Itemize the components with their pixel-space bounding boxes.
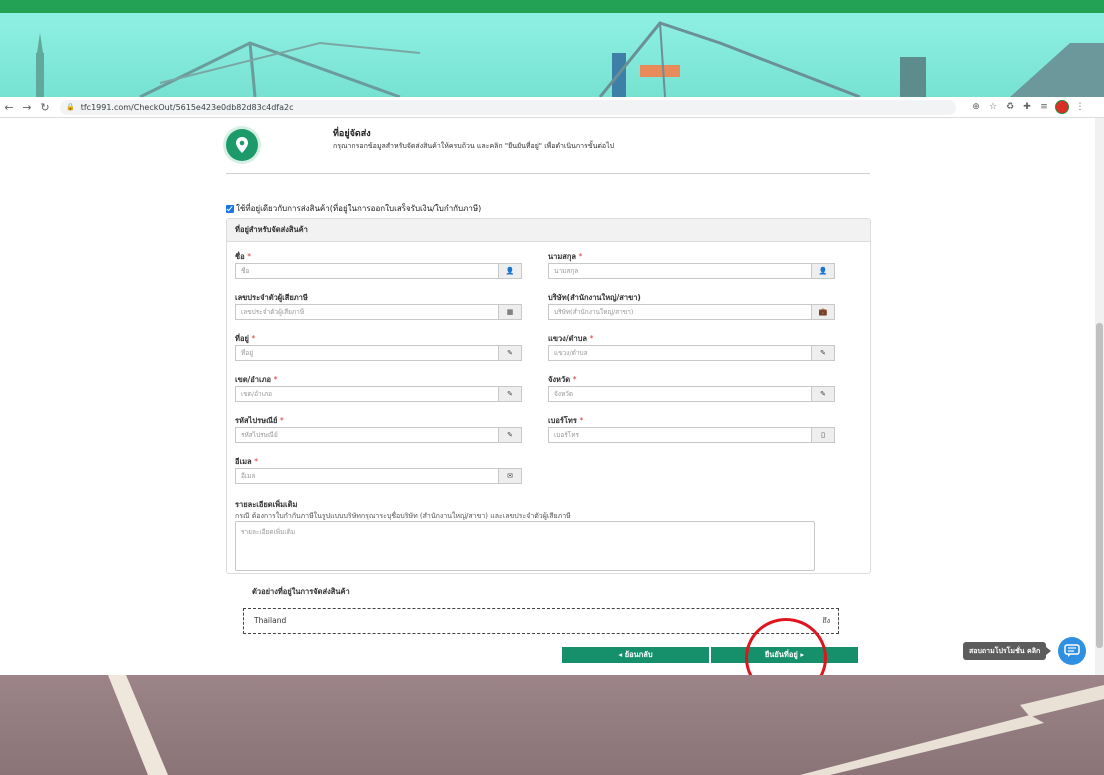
required-mark: * [578, 252, 583, 261]
user-icon: 👤 [811, 263, 835, 279]
edit-icon: ✎ [811, 345, 835, 361]
background-illustration [0, 13, 1104, 97]
address-label: ที่อยู่ [235, 334, 249, 343]
edit-icon: ✎ [811, 386, 835, 402]
scroll-thumb[interactable] [1096, 323, 1103, 648]
province-field: จังหวัด * จังหวัด ✎ [548, 374, 835, 402]
required-mark: * [589, 334, 594, 343]
email-input[interactable]: อีเมล [235, 468, 498, 484]
chat-bubble-icon[interactable] [1058, 637, 1086, 665]
bridge-illustration [36, 21, 1104, 97]
province-label: จังหวัด [548, 375, 571, 384]
chat-promo-label[interactable]: สอบถามโปรโมชั่น คลิก [963, 642, 1052, 660]
first-name-label: ชื่อ [235, 252, 245, 261]
envelope-icon: ✉ [498, 468, 522, 484]
step-header: ที่อยู่จัดส่ง กรุณากรอกข้อมูลสำหรับจัดส่… [226, 124, 870, 173]
address-input[interactable]: ที่อยู่ [235, 345, 498, 361]
back-arrow-icon[interactable]: ← [0, 98, 18, 116]
same-address-checkbox-row[interactable]: ใช้ที่อยู่เดียวกับการส่งสินค้า(ที่อยู่ใน… [226, 202, 481, 215]
tax-id-input[interactable]: เลขประจำตัวผู้เสียภาษี [235, 304, 498, 320]
required-mark: * [254, 457, 258, 466]
calculator-icon: ▦ [498, 304, 522, 320]
phone-label: เบอร์โทร [548, 416, 577, 425]
location-pin-icon [226, 129, 258, 161]
subdistrict-field: แขวง/ตำบล * แขวง/ตำบล ✎ [548, 333, 835, 361]
province-input[interactable]: จังหวัด [548, 386, 811, 402]
tax-id-field: เลขประจำตัวผู้เสียภาษี เลขประจำตัวผู้เสี… [235, 292, 522, 320]
user-icon: 👤 [498, 263, 522, 279]
details-textarea[interactable]: รายละเอียดเพิ่มเติม [235, 521, 815, 571]
postcode-field: รหัสไปรษณีย์ * รหัสไปรษณีย์ ✎ [235, 415, 522, 443]
scrollbar[interactable] [1095, 118, 1104, 675]
checkout-page: ที่อยู่จัดส่ง กรุณากรอกข้อมูลสำหรับจัดส่… [0, 118, 1104, 675]
required-mark: * [280, 416, 284, 425]
required-mark: * [251, 334, 256, 343]
email-label: อีเมล [235, 457, 252, 466]
subdistrict-input[interactable]: แขวง/ตำบล [548, 345, 811, 361]
same-address-checkbox[interactable] [226, 204, 234, 213]
postcode-input[interactable]: รหัสไปรษณีย์ [235, 427, 498, 443]
district-label: เขต/อำเภอ [235, 375, 272, 384]
company-field: บริษัท(สำนักงานใหญ่/สาขา) บริษัท(สำนักงา… [548, 292, 835, 320]
email-field: อีเมล * อีเมล ✉ [235, 456, 522, 484]
details-label: รายละเอียดเพิ่มเติม [235, 500, 298, 509]
star-icon[interactable]: ☆ [987, 101, 999, 113]
step-title: ที่อยู่จัดส่ง [333, 129, 371, 139]
phone-input[interactable]: เบอร์โทร [548, 427, 811, 443]
url-text: tfc1991.com/CheckOut/5615e423e0db82d83c4… [80, 102, 294, 112]
example-label: ตัวอย่างที่อยู่ในการจัดส่งสินค้า [252, 587, 350, 596]
first-name-input[interactable]: ชื่อ [235, 263, 498, 279]
last-name-input[interactable]: นามสกุล [548, 263, 811, 279]
step-subtitle: กรุณากรอกข้อมูลสำหรับจัดส่งสินค้าให้ครบถ… [333, 142, 615, 150]
edit-icon: ✎ [498, 345, 522, 361]
road-markings [108, 675, 1104, 775]
district-field: เขต/อำเภอ * เขต/อำเภอ ✎ [235, 374, 522, 402]
required-mark: * [572, 375, 577, 384]
briefcase-icon: 💼 [811, 304, 835, 320]
address-bar[interactable]: 🔒 tfc1991.com/CheckOut/5615e423e0db82d83… [60, 99, 956, 115]
divider [226, 173, 870, 174]
subdistrict-label: แขวง/ตำบล [548, 334, 588, 343]
required-mark: * [579, 416, 584, 425]
phone-field: เบอร์โทร * เบอร์โทร ▯ [548, 415, 835, 443]
media-list-icon[interactable]: ≡ [1038, 101, 1050, 113]
shipping-address-panel: ที่อยู่สำหรับจัดส่งสินค้า ชื่อ * ชื่อ 👤 … [226, 218, 871, 574]
mobile-icon: ▯ [811, 427, 835, 443]
company-input[interactable]: บริษัท(สำนักงานใหญ่/สาขา) [548, 304, 811, 320]
top-stripe [0, 0, 1104, 13]
road-background [0, 675, 1104, 775]
last-name-label: นามสกุล [548, 252, 576, 261]
menu-icon[interactable]: ⋮ [1074, 101, 1086, 113]
reload-icon[interactable]: ↻ [36, 98, 54, 116]
example-address-box: Thailand ถึง [243, 608, 839, 634]
panel-title: ที่อยู่สำหรับจัดส่งสินค้า [227, 219, 870, 242]
required-mark: * [247, 252, 251, 261]
required-mark: * [273, 375, 278, 384]
recycle-icon[interactable]: ♻ [1004, 101, 1016, 113]
district-input[interactable]: เขต/อำเภอ [235, 386, 498, 402]
first-name-field: ชื่อ * ชื่อ 👤 [235, 251, 522, 279]
last-name-field: นามสกุล * นามสกุล 👤 [548, 251, 835, 279]
edit-icon: ✎ [498, 427, 522, 443]
example-to: ถึง [822, 617, 830, 625]
address-field: ที่อยู่ * ที่อยู่ ✎ [235, 333, 522, 361]
translate-icon[interactable]: ⊕ [970, 101, 982, 113]
example-country: Thailand [254, 616, 287, 625]
forward-arrow-icon[interactable]: → [18, 98, 36, 116]
browser-toolbar: ← → ↻ 🔒 tfc1991.com/CheckOut/5615e423e0d… [0, 97, 1104, 118]
postcode-label: รหัสไปรษณีย์ [235, 416, 278, 425]
puzzle-icon[interactable]: ✚ [1021, 101, 1033, 113]
edit-icon: ✎ [498, 386, 522, 402]
profile-avatar[interactable] [1055, 100, 1069, 114]
same-address-label: ใช้ที่อยู่เดียวกับการส่งสินค้า(ที่อยู่ใน… [236, 204, 482, 213]
tax-id-label: เลขประจำตัวผู้เสียภาษี [235, 293, 308, 302]
company-label: บริษัท(สำนักงานใหญ่/สาขา) [548, 293, 641, 302]
lock-icon: 🔒 [66, 103, 75, 111]
extension-icons: ⊕ ☆ ♻ ✚ ≡ ⋮ [970, 100, 1086, 114]
back-button[interactable]: ◂ ย้อนกลับ [562, 647, 709, 663]
